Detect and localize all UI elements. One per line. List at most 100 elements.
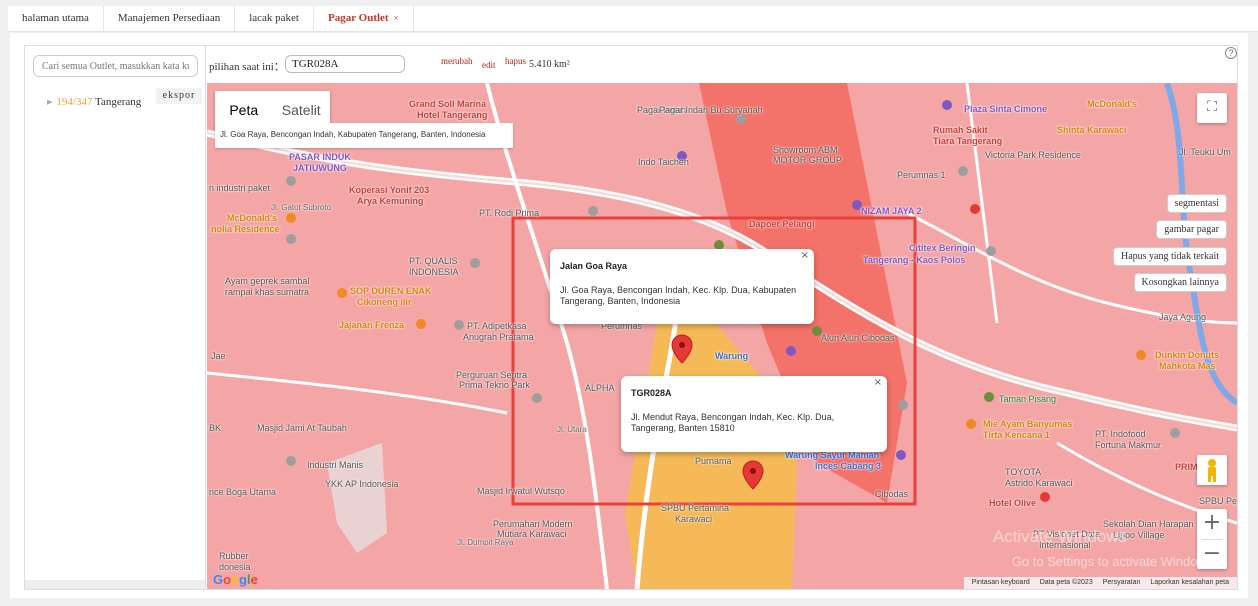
zoom-in-button[interactable]: +	[1197, 509, 1227, 539]
sidebar-horizontal-scrollbar[interactable]	[25, 580, 205, 589]
edit-link[interactable]: edit	[482, 60, 496, 70]
map-place-label: Victoria Park Residence	[985, 150, 1081, 160]
map-place-label: Perguruan Sentra	[456, 370, 528, 380]
delete-unrelated-button[interactable]: Hapus yang tidak terkait	[1112, 247, 1227, 266]
windows-activation-hint: Go to Settings to activate Windows.	[1011, 554, 1217, 569]
map-place-label: Astrido Karawaci	[1005, 478, 1073, 488]
poi-shop-pin[interactable]	[786, 346, 796, 356]
change-link[interactable]: merubah	[441, 56, 473, 66]
map-place-label: Jae	[211, 351, 226, 361]
poi-pin[interactable]	[532, 393, 542, 403]
close-icon[interactable]: ×	[801, 250, 809, 261]
tab-home[interactable]: halaman utama	[8, 6, 104, 32]
info-window-goa-raya: × Jalan Goa Raya Jl. Goa Raya, Bencongan…	[550, 249, 814, 324]
google-logo-letter: e	[250, 572, 258, 587]
poi-food-pin[interactable]	[286, 213, 296, 223]
poi-pin[interactable]	[286, 176, 296, 186]
poi-pin[interactable]	[454, 320, 464, 330]
poi-pin[interactable]	[286, 456, 296, 466]
info-window-title: Jalan Goa Raya	[560, 261, 628, 271]
map-place-label: nolia Residence	[211, 224, 280, 234]
tab-bar: halaman utama Manajemen Persediaan lacak…	[8, 6, 1258, 32]
poi-shop-pin[interactable]	[942, 100, 952, 110]
poi-pin[interactable]	[588, 206, 598, 216]
poi-food-pin[interactable]	[337, 288, 347, 298]
export-button[interactable]: ekspor	[156, 88, 202, 104]
poi-food-pin[interactable]	[1136, 350, 1146, 360]
help-icon[interactable]: ?	[1225, 47, 1237, 59]
map-place-label: ALPHA	[585, 383, 615, 393]
map-place-label: PASAR INDUK	[289, 152, 351, 162]
map-place-label: n industri paket	[209, 183, 271, 193]
clear-others-button[interactable]: Kosongkan lainnya	[1133, 273, 1227, 292]
map-place-label: Mahkota Mas	[1159, 361, 1216, 371]
map-place-label: Cibodas	[875, 489, 909, 499]
keyboard-shortcuts-link[interactable]: Pintasan keyboard	[972, 579, 1030, 586]
map-place-label: Inces Cabang 3	[815, 461, 882, 471]
tab-outlet-fence-label: Pagar Outlet	[328, 12, 389, 24]
map-place-label: Rubber	[219, 551, 249, 561]
map-place-label: Jl. Utara	[557, 425, 587, 434]
poi-pin[interactable]	[958, 166, 968, 176]
tab-track-package[interactable]: lacak paket	[235, 6, 314, 32]
expand-arrow-icon[interactable]: ▶	[47, 98, 52, 106]
close-icon[interactable]: ×	[874, 377, 882, 388]
fence-workspace: ekspor ▶ 194/347 Tangerang pilihan saat i…	[24, 45, 1238, 590]
map-place-label: TOYOTA	[1005, 467, 1042, 477]
outlet-search-input[interactable]	[33, 55, 198, 77]
tree-item-count: 194/347	[56, 96, 93, 108]
poi-hospital-pin[interactable]	[970, 204, 980, 214]
map-place-label: Masjid Jami At Taubah	[257, 423, 347, 433]
poi-pin[interactable]	[898, 400, 908, 410]
map-place-label: Tangerang - Kaos Polos	[863, 255, 966, 265]
info-window-address: Jl. Mendut Raya, Bencongan Indah, Kec. K…	[631, 412, 835, 433]
current-selection-label: pilihan saat ini：	[209, 61, 285, 73]
map-place-label: Pagar Indah Bu Suryanah	[659, 105, 763, 115]
poi-food-pin[interactable]	[416, 319, 426, 329]
terms-link[interactable]: Persyaratan	[1103, 579, 1141, 586]
map-place-label: Perumnas 1	[897, 170, 946, 180]
map-place-label: Prima Tekno Park	[459, 380, 530, 390]
fullscreen-icon[interactable]: ⛶	[1197, 93, 1227, 123]
google-logo-letter: o	[231, 572, 240, 587]
map-place-label: PT. Rodi Prima	[479, 208, 540, 218]
google-logo-letter: G	[213, 572, 224, 587]
poi-shop-pin[interactable]	[896, 450, 906, 460]
tab-close-icon[interactable]: ×	[394, 13, 399, 23]
map-place-label: SOP DUREN ENAK	[350, 286, 432, 296]
map-canvas[interactable]: Pagar Indah Pagar Indah Bu Suryanah Grand …	[207, 83, 1237, 589]
map-place-label: rampai khas sumatra	[225, 287, 310, 297]
poi-pin[interactable]	[736, 114, 746, 124]
poi-pin[interactable]	[470, 258, 480, 268]
poi-park-pin[interactable]	[984, 392, 994, 402]
map-place-label: Plaza Sinta Cimone	[964, 104, 1048, 114]
map-place-label: Mie Ayam Banyumas	[983, 419, 1073, 429]
map-place-label: NIZAM JAYA 2	[861, 206, 922, 216]
info-window-tgr028a: × TGR028A Jl. Mendut Raya, Bencongan Ind…	[621, 376, 887, 452]
delete-link[interactable]: hapus	[505, 56, 526, 66]
marker-dot	[750, 468, 756, 474]
map-place-label: Rumah Sakit	[933, 125, 988, 135]
poi-food-pin[interactable]	[966, 419, 976, 429]
map-place-label: BK	[209, 423, 222, 433]
poi-pin[interactable]	[1170, 428, 1180, 438]
report-map-error-link[interactable]: Laporkan kesalahan peta	[1150, 579, 1229, 586]
tab-inventory-management[interactable]: Manajemen Persediaan	[104, 6, 236, 32]
poi-pin[interactable]	[286, 234, 296, 244]
poi-pin[interactable]	[986, 246, 996, 256]
map-place-label: Taman Pisang	[999, 394, 1057, 404]
draw-fence-button[interactable]: gambar pagar	[1156, 220, 1227, 239]
tab-outlet-fence[interactable]: Pagar Outlet ×	[314, 6, 414, 32]
map-place-label: Tiara Tangerang	[933, 136, 1003, 146]
info-window-title: TGR028A	[631, 388, 672, 398]
map-place-label: Cititex Beringin	[909, 243, 976, 253]
map-place-label: Jl. Teuku Um	[1179, 147, 1231, 157]
segmentation-button[interactable]: segmentasi	[1166, 194, 1227, 213]
map-place-label: Karawaci	[675, 514, 713, 524]
map-place-label: Cikoneng ilir	[357, 297, 412, 307]
current-selection-field[interactable]	[285, 55, 405, 73]
tree-item-tangerang[interactable]: ▶ 194/347 Tangerang	[47, 96, 141, 108]
poi-hotel-pin[interactable]	[1040, 492, 1050, 502]
map-place-label: Masjid Irwatul Wutsqo	[477, 486, 565, 496]
street-view-pegman-icon[interactable]	[1197, 455, 1227, 485]
